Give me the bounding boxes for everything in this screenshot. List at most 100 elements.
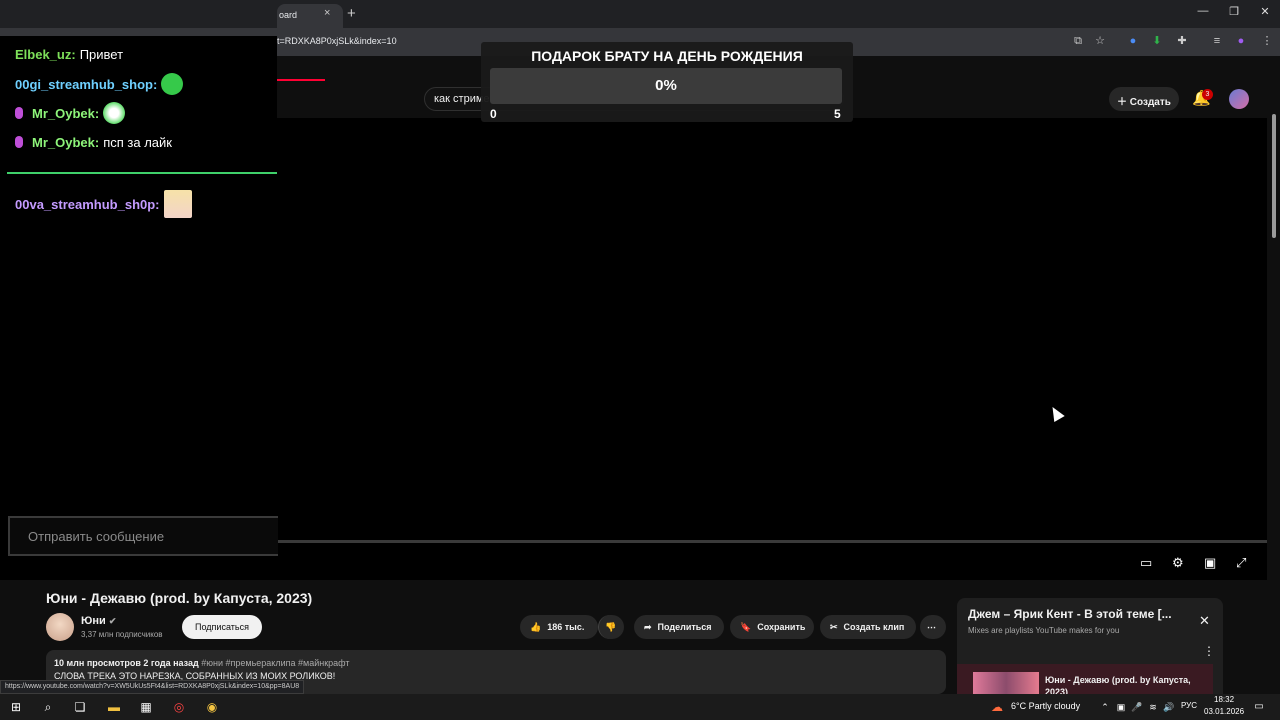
scissors-icon: ✂ — [830, 621, 838, 632]
mix-more-icon[interactable]: ⋮ — [1203, 644, 1215, 658]
app-icon[interactable]: ◎ — [171, 699, 187, 715]
extension-download-icon[interactable]: ⬇ — [1150, 34, 1164, 48]
view-count-and-date: 10 млн просмотров 2 года назад — [54, 658, 199, 668]
share-button[interactable]: ➦ Поделиться — [634, 615, 724, 639]
save-label: Сохранить — [757, 622, 806, 632]
new-tab-button[interactable]: + — [347, 5, 356, 22]
tray-app-icon[interactable]: ▣ — [1113, 699, 1129, 715]
extensions-puzzle-icon[interactable]: ✚ — [1175, 34, 1189, 48]
donation-goal-min: 0 — [490, 107, 497, 121]
mix-subtitle: Mixes are playlists YouTube makes for yo… — [968, 626, 1120, 635]
chat-message: Mr_Oybek: псп за лайк — [15, 131, 172, 153]
browser-tab-bar — [0, 0, 1280, 28]
create-clip-button[interactable]: ✂ Создать клип — [820, 615, 916, 639]
chat-message: Mr_Oybek: — [15, 102, 126, 124]
fullscreen-icon[interactable]: ⤢ — [1236, 555, 1246, 571]
clock-date[interactable]: 03.01.2026 — [1204, 707, 1244, 716]
settings-gear-icon[interactable]: ⚙ — [1172, 555, 1184, 571]
verified-check-icon: ✔ — [108, 616, 117, 626]
chat-message-input[interactable]: Отправить сообщение — [8, 516, 278, 556]
like-count: 186 тыс. — [547, 622, 585, 632]
microphone-badge-icon — [15, 136, 23, 148]
close-icon[interactable]: ✕ — [1199, 613, 1210, 629]
extension-shield-icon[interactable]: ● — [1126, 34, 1140, 48]
install-app-icon[interactable]: ⧉ — [1071, 34, 1085, 48]
network-icon[interactable]: ≋ — [1145, 699, 1161, 715]
scrollbar-thumb[interactable] — [1272, 114, 1276, 238]
tab-title: oard — [279, 10, 298, 20]
chat-message: Elbek_uz: Привет — [15, 43, 123, 65]
more-dots-icon: ⋯ — [927, 621, 936, 632]
bookmark-star-icon[interactable]: ☆ — [1093, 34, 1107, 48]
browser-menu-icon[interactable]: ⋮ — [1260, 34, 1274, 48]
chat-username: Mr_Oybek: — [32, 134, 100, 150]
chat-username: 00va_streamhub_sh0p: — [15, 196, 160, 212]
tray-chevron-icon[interactable]: ⌃ — [1097, 699, 1113, 715]
chat-username: 00gi_streamhub_shop: — [15, 76, 158, 92]
channel-name-text: Юни — [81, 615, 106, 627]
page-load-progress — [277, 79, 325, 81]
subscriber-count: 3,37 млн подписчиков — [81, 630, 163, 639]
subtitles-icon[interactable]: ▭ — [1140, 555, 1152, 571]
notification-count-badge: 3 — [1202, 89, 1213, 100]
language-indicator[interactable]: РУС — [1181, 701, 1197, 710]
notification-center-icon[interactable]: ▭ — [1251, 699, 1267, 715]
video-title: Юни - Дежавю (prod. by Капуста, 2023) — [46, 590, 313, 606]
video-progress-bar[interactable] — [277, 540, 1267, 543]
anime-girl-emote-icon — [163, 190, 192, 218]
chrome-icon[interactable]: ◉ — [204, 699, 220, 715]
video-player[interactable] — [277, 118, 1267, 580]
create-button[interactable]: ＋ Создать — [1109, 87, 1179, 111]
close-window-icon[interactable]: ✕ — [1255, 5, 1275, 18]
browser-tab[interactable]: oard — [277, 4, 343, 28]
playlist-item-thumbnail[interactable] — [973, 672, 1039, 694]
share-label: Поделиться — [657, 622, 712, 632]
more-actions-button[interactable]: ⋯ — [920, 615, 946, 639]
like-button[interactable]: 👍 186 тыс. — [520, 615, 598, 639]
chat-divider — [7, 172, 277, 174]
subscribe-button[interactable]: Подписаться — [182, 615, 262, 639]
volume-icon[interactable]: 🔊 — [1161, 699, 1177, 715]
bookmark-icon: 🔖 — [740, 621, 752, 632]
create-label: Создать — [1129, 97, 1171, 108]
theater-mode-icon[interactable]: ▣ — [1204, 555, 1216, 571]
squid-emote-icon — [103, 102, 126, 124]
save-button[interactable]: 🔖 Сохранить — [730, 615, 814, 639]
thumbs-up-icon: 👍 — [530, 621, 542, 632]
mix-title[interactable]: Джем – Ярик Кент - В этой теме [... — [968, 607, 1172, 621]
microphone-icon[interactable]: 🎤 — [1129, 699, 1145, 715]
chat-message: 00va_streamhub_sh0p: — [15, 190, 192, 218]
store-icon[interactable]: ▦ — [138, 699, 154, 715]
donation-goal-max: 5 — [834, 107, 841, 121]
chat-text: псп за лайк — [103, 134, 172, 150]
file-explorer-icon[interactable]: ▬ — [106, 699, 122, 715]
restore-window-icon[interactable]: ❐ — [1224, 5, 1244, 18]
windows-start-icon[interactable]: ⊞ — [8, 699, 24, 715]
weather-text[interactable]: 6°C Partly cloudy — [1011, 701, 1080, 711]
media-queue-icon[interactable]: ≡ — [1210, 34, 1224, 48]
search-icon[interactable]: ⌕ — [40, 699, 56, 715]
clock-time[interactable]: 18:32 — [1214, 695, 1234, 704]
chat-username: Elbek_uz: — [15, 46, 76, 62]
profile-icon[interactable]: ● — [1234, 34, 1248, 48]
thumbs-down-icon: 👎 — [605, 621, 617, 632]
plus-icon: ＋ — [1117, 97, 1130, 108]
channel-name[interactable]: Юни ✔ — [81, 615, 116, 627]
green-blob-emote-icon — [161, 73, 184, 95]
chat-username: Mr_Oybek: — [32, 105, 100, 121]
link-hover-url: https://www.youtube.com/watch?v=XW5UkUs5… — [0, 680, 305, 694]
donation-goal-percent: 0% — [655, 77, 677, 94]
channel-avatar[interactable] — [46, 613, 74, 641]
account-avatar[interactable] — [1229, 89, 1249, 109]
chat-text: Привет — [79, 46, 124, 62]
tab-close-icon[interactable]: × — [324, 7, 330, 19]
chat-message: 00gi_streamhub_shop: — [15, 73, 184, 95]
minimize-window-icon[interactable]: — — [1193, 5, 1213, 17]
microphone-badge-icon — [15, 107, 23, 119]
weather-icon[interactable]: ☁ — [989, 699, 1005, 715]
clip-label: Создать клип — [843, 622, 905, 632]
url-text[interactable]: t=RDXKA8P0xjSLk&index=10 — [277, 36, 397, 46]
task-view-icon[interactable]: ❏ — [72, 699, 88, 715]
dislike-button[interactable]: 👎 — [598, 615, 624, 639]
hashtags[interactable]: #юни #премьераклипа #майнкрафт — [201, 658, 349, 668]
